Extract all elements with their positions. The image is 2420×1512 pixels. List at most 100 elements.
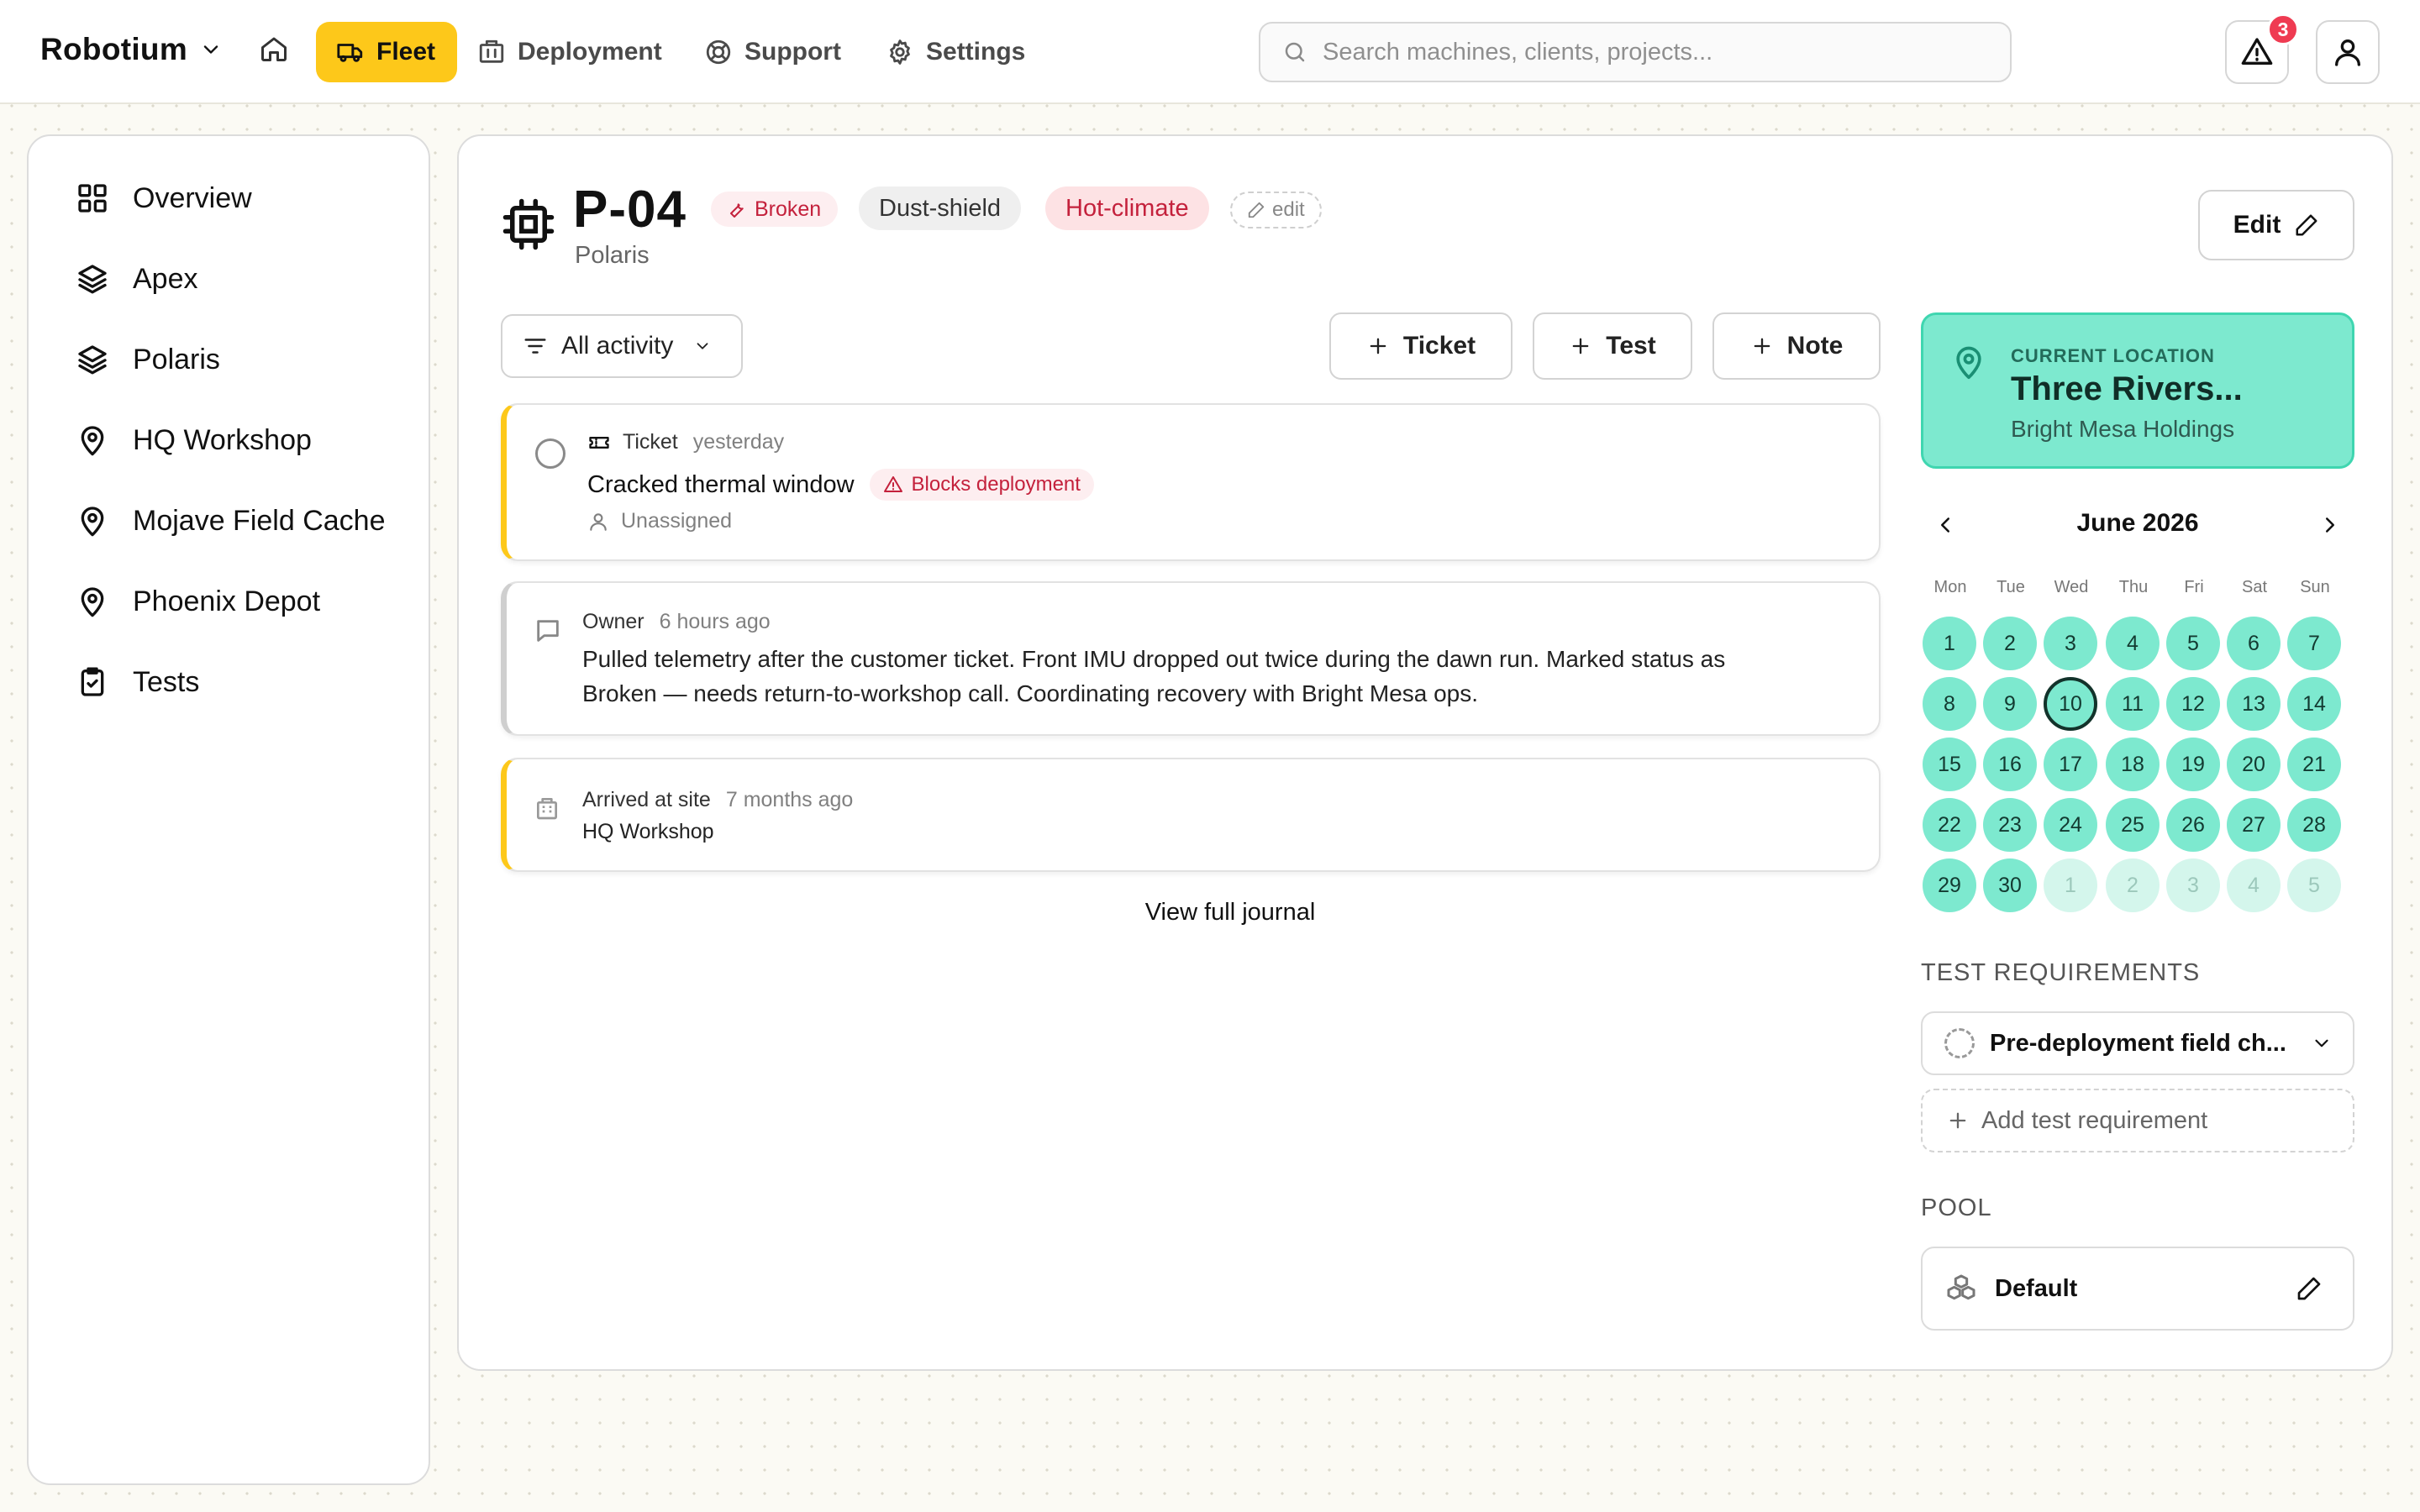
edit-machine-button[interactable]: Edit [2198,190,2354,260]
calendar-day[interactable]: 26 [2166,798,2220,852]
calendar-day-today[interactable]: 10 [2044,677,2097,731]
nav-support-label: Support [744,38,841,66]
chip-icon [502,198,555,250]
calendar-day[interactable]: 23 [1983,798,2037,852]
nav-deployment-label: Deployment [518,38,662,66]
calendar-day[interactable]: 11 [2106,677,2160,731]
nav-settings[interactable]: Settings [886,22,1025,82]
calendar-day[interactable]: 1 [1923,617,1976,670]
calendar-day-next-month[interactable]: 2 [2106,858,2160,912]
calendar-day[interactable]: 27 [2227,798,2281,852]
sidebar-item-polaris[interactable]: Polaris [76,334,220,385]
pencil-icon [1248,202,1265,218]
wrench-icon [730,203,744,218]
calendar-day[interactable]: 17 [2044,738,2097,791]
current-location-card[interactable]: CURRENT LOCATION Three Rivers... Bright … [1921,312,2354,469]
activity-filter-select[interactable]: All activity [501,314,743,378]
sidebar-item-phoenix-depot[interactable]: Phoenix Depot [76,576,320,627]
calendar-day[interactable]: 18 [2106,738,2160,791]
calendar-day[interactable]: 22 [1923,798,1976,852]
calendar-day-next-month[interactable]: 5 [2287,858,2341,912]
entry-time: 7 months ago [725,788,854,811]
test-requirement-select[interactable]: Pre-deployment field ch... [1921,1011,2354,1075]
pending-status-icon [1944,1028,1975,1058]
calendar-day[interactable]: 25 [2106,798,2160,852]
chevron-right-icon[interactable] [2317,512,2343,538]
calendar-day[interactable]: 28 [2287,798,2341,852]
entry-type: Owner [582,610,644,633]
alerts-button[interactable]: 3 [2225,13,2299,84]
lifebuoy-icon [706,39,731,65]
ticket-assignee[interactable]: Unassigned [587,509,732,533]
search-input[interactable] [1323,38,1961,66]
tag-hot-climate[interactable]: Hot-climate [1045,186,1209,230]
pencil-icon[interactable] [2296,1275,2323,1302]
calendar-day-next-month[interactable]: 3 [2166,858,2220,912]
calendar-day-next-month[interactable]: 1 [2044,858,2097,912]
add-test-requirement-button[interactable]: Add test requirement [1921,1089,2354,1152]
sidebar-item-tests[interactable]: Tests [76,657,199,707]
calendar-day[interactable]: 15 [1923,738,1976,791]
gear-icon [890,39,910,65]
assignee-label: Unassigned [621,509,733,533]
calendar-day[interactable]: 16 [1983,738,2037,791]
entry-time: 6 hours ago [659,610,771,633]
chevron-down-icon [697,343,708,349]
blocks-deployment-badge: Blocks deployment [869,469,1094,501]
machine-project: Polaris [575,242,650,269]
calendar-day[interactable]: 13 [2227,677,2281,731]
calendar-day[interactable]: 19 [2166,738,2220,791]
calendar-month: June 2026 [2076,509,2199,537]
activity-entry-arrival: Arrived at site 7 months ago HQ Workshop [501,758,1881,872]
add-test-label: Test [1606,332,1656,360]
calendar-day[interactable]: 4 [2106,617,2160,670]
add-test-button[interactable]: Test [1533,312,1692,380]
status-label: Broken [755,197,822,221]
calendar-day[interactable]: 6 [2227,617,2281,670]
calendar-day[interactable]: 7 [2287,617,2341,670]
activity-filter-label: All activity [561,332,674,360]
view-full-journal-link[interactable]: View full journal [1104,899,1356,927]
ticket-title: Cracked thermal window [587,470,855,498]
calendar-day[interactable]: 9 [1983,677,2037,731]
calendar-day[interactable]: 30 [1983,858,2037,912]
weekday-label: Tue [1996,578,2025,596]
account-button[interactable] [2316,20,2380,84]
tag-dust-shield[interactable]: Dust-shield [859,186,1022,230]
plus-icon [1572,338,1589,354]
add-note-button[interactable]: Note [1712,312,1881,380]
nav-support[interactable]: Support [704,22,841,82]
sidebar-item-label: HQ Workshop [133,423,312,456]
calendar-day[interactable]: 5 [2166,617,2220,670]
sidebar-item-apex[interactable]: Apex [76,254,198,304]
calendar-day[interactable]: 29 [1923,858,1976,912]
calendar-day-next-month[interactable]: 4 [2227,858,2281,912]
calendar-day[interactable]: 20 [2227,738,2281,791]
note-meta: Owner 6 hours ago [582,610,771,634]
calendar-day[interactable]: 12 [2166,677,2220,731]
sidebar-item-mojave-field-cache[interactable]: Mojave Field Cache [76,496,385,546]
sidebar-item-overview[interactable]: Overview [76,173,252,223]
add-ticket-button[interactable]: Ticket [1329,312,1512,380]
ticket-meta: Ticket yesterday [587,430,784,454]
sidebar-item-label: Polaris [133,343,220,375]
alerts-count-badge: 3 [2267,13,2299,45]
add-note-label: Note [1786,332,1844,360]
sidebar-item-hq-workshop[interactable]: HQ Workshop [76,415,312,465]
activity-entry-ticket[interactable]: Ticket yesterday Cracked thermal window … [501,403,1881,561]
calendar-day[interactable]: 14 [2287,677,2341,731]
edit-tags-label: edit [1272,198,1305,221]
brand-menu[interactable]: Robotium [40,32,223,67]
nav-fleet[interactable]: Fleet [316,22,458,82]
home-button[interactable] [259,34,292,67]
location-client: Bright Mesa Holdings [2011,416,2235,442]
edit-tags-button[interactable]: edit [1230,192,1322,228]
calendar-day[interactable]: 21 [2287,738,2341,791]
calendar-day[interactable]: 8 [1923,677,1976,731]
nav-deployment[interactable]: Deployment [477,22,662,82]
sidebar-item-label: Mojave Field Cache [133,504,386,537]
ticket-status-toggle[interactable] [535,438,566,469]
calendar-day[interactable]: 24 [2044,798,2097,852]
calendar-day[interactable]: 2 [1983,617,2037,670]
calendar-day[interactable]: 3 [2044,617,2097,670]
